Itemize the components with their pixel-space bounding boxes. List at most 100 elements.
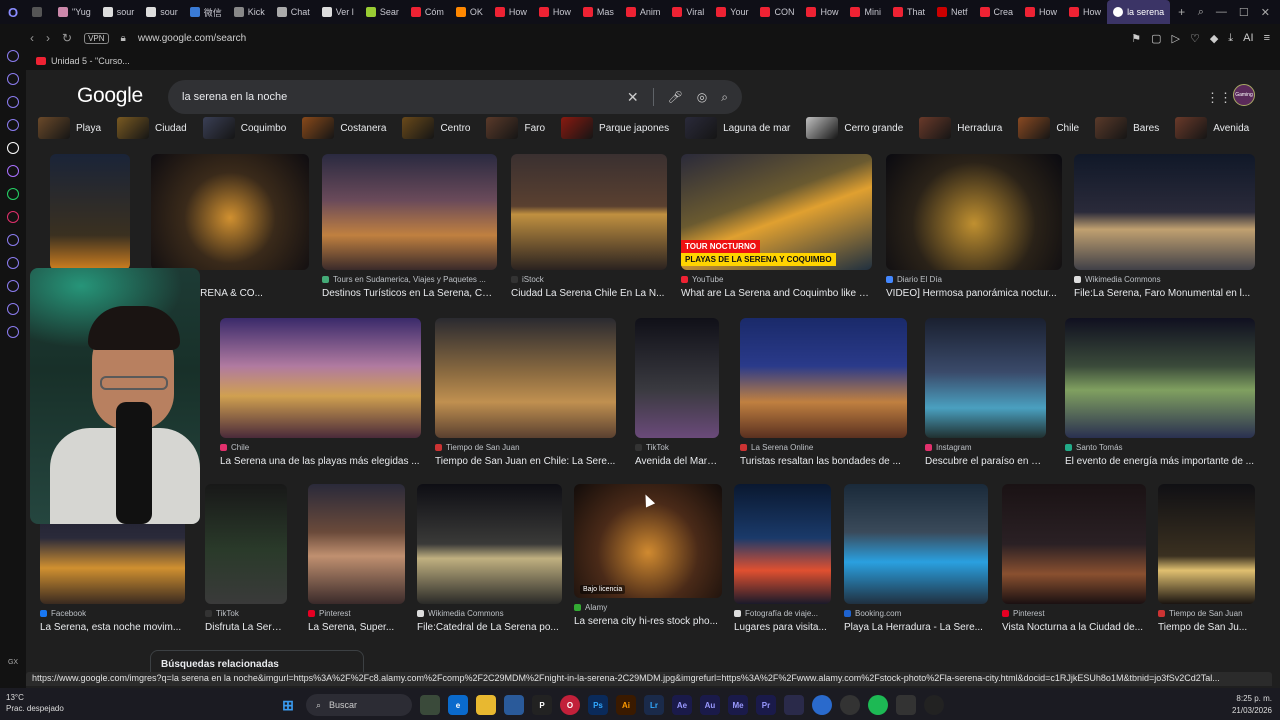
obs-icon[interactable]	[840, 695, 860, 715]
filter-chip[interactable]: Bares	[1095, 116, 1169, 140]
image-result[interactable]: Booking.com Playa La Herradura - La Sere.…	[844, 484, 988, 633]
app-icon[interactable]	[784, 695, 804, 715]
result-source[interactable]: TikTok	[205, 609, 287, 618]
search-tabs-icon[interactable]: ⌕	[1198, 6, 1204, 19]
result-title[interactable]: La Serena una de las playas más elegidas…	[220, 456, 421, 467]
instagram-icon[interactable]	[7, 211, 19, 223]
result-title[interactable]: Disfruta La Serena...	[205, 622, 287, 633]
tab-active[interactable]: la serena	[1107, 0, 1171, 24]
history-icon[interactable]	[7, 280, 19, 292]
result-source[interactable]: YouTube	[681, 275, 872, 284]
result-title[interactable]: Avenida del Mar: U...	[635, 456, 719, 467]
image-result[interactable]: Pinterest La Serena, Super...	[308, 484, 405, 633]
tab[interactable]: sour	[97, 0, 141, 24]
windows-start-icon[interactable]: ⊞	[278, 695, 298, 715]
image-result[interactable]	[50, 154, 130, 286]
tab[interactable]: sour	[140, 0, 184, 24]
result-source[interactable]: Alamy	[574, 603, 722, 612]
result-title[interactable]: Lugares para visita...	[734, 622, 831, 633]
filter-chip[interactable]: Faro	[486, 116, 555, 140]
new-tab-icon[interactable]: +	[1170, 5, 1185, 19]
messenger-icon[interactable]	[7, 96, 19, 108]
filter-chip[interactable]: Ciudad	[117, 116, 197, 140]
image-result[interactable]: TikTok Avenida del Mar: U...	[635, 318, 719, 467]
image-result[interactable]: Fotografía de viaje... Lugares para visit…	[734, 484, 831, 633]
reload-icon[interactable]: ↻	[62, 31, 72, 45]
premiere-icon[interactable]: Pr	[756, 695, 776, 715]
tab[interactable]: How	[1019, 0, 1063, 24]
download-icon[interactable]: ⤓	[1228, 32, 1233, 45]
result-thumbnail[interactable]	[220, 318, 421, 438]
image-result[interactable]: TOUR NOCTURNO PLAYAS DE LA SERENA Y COQUI…	[681, 154, 872, 299]
result-title[interactable]: File:Catedral de La Serena po...	[417, 622, 562, 633]
window-icon[interactable]	[896, 695, 916, 715]
result-title[interactable]: Playa La Herradura - La Sere...	[844, 622, 988, 633]
back-icon[interactable]: ‹	[30, 31, 34, 45]
media-encoder-icon[interactable]: Me	[728, 695, 748, 715]
result-source[interactable]: Wikimedia Commons	[1074, 275, 1255, 284]
tab[interactable]: Kick	[228, 0, 271, 24]
tab[interactable]: How	[533, 0, 577, 24]
url-field[interactable]: www.google.com/search	[138, 33, 246, 44]
tab[interactable]: Netf	[931, 0, 974, 24]
file-explorer-icon[interactable]	[476, 695, 496, 715]
image-result[interactable]: Pinterest Vista Nocturna a la Ciudad de..…	[1002, 484, 1146, 633]
settings-icon[interactable]	[7, 326, 19, 338]
filter-chip[interactable]: Chile	[1018, 116, 1089, 140]
avatar[interactable]: Gaming	[1233, 84, 1255, 106]
result-thumbnail[interactable]	[1074, 154, 1255, 270]
result-source[interactable]: TikTok	[635, 443, 719, 452]
tab[interactable]: Cóm	[405, 0, 450, 24]
clear-icon[interactable]: ✕	[627, 89, 639, 106]
result-thumbnail[interactable]	[1158, 484, 1255, 604]
result-source[interactable]: Chile	[220, 443, 421, 452]
player-icon[interactable]	[7, 234, 19, 246]
menu-icon[interactable]: ≡	[1264, 32, 1270, 45]
result-source[interactable]: Santo Tomás	[1065, 443, 1255, 452]
result-title[interactable]: Destinos Turísticos en La Serena, Chile	[322, 288, 497, 299]
heart-icon[interactable]: ♡	[1190, 32, 1200, 45]
result-title[interactable]: Tiempo de San Ju...	[1158, 622, 1255, 633]
result-source[interactable]: Tours en Sudamerica, Viajes y Paquetes .…	[322, 275, 497, 284]
result-thumbnail[interactable]	[308, 484, 405, 604]
filter-chip[interactable]: Herradura	[919, 116, 1012, 140]
result-thumbnail[interactable]	[886, 154, 1062, 270]
tab[interactable]: Viral	[666, 0, 710, 24]
favorites-icon[interactable]	[7, 257, 19, 269]
result-title[interactable]: La serena city hi-res stock pho...	[574, 616, 722, 627]
image-result[interactable]: Tiempo de San Juan Tiempo de San Ju...	[1158, 484, 1255, 633]
whatsapp-icon[interactable]	[7, 188, 19, 200]
image-result[interactable]: Wikimedia Commons File:La Serena, Faro Mo…	[1074, 154, 1255, 299]
result-source[interactable]: Tiempo de San Juan	[1158, 609, 1255, 618]
result-title[interactable]: VIDEO] Hermosa panorámica noctur...	[886, 288, 1062, 299]
tab[interactable]: CON	[754, 0, 800, 24]
result-thumbnail[interactable]	[635, 318, 719, 438]
image-result[interactable]: iStock Ciudad La Serena Chile En La N...	[511, 154, 667, 299]
result-source[interactable]: Wikimedia Commons	[417, 609, 562, 618]
copilot-icon[interactable]: P	[532, 695, 552, 715]
tab[interactable]: Chat	[271, 0, 316, 24]
result-source[interactable]: Diario El Día	[886, 275, 1062, 284]
filter-chip[interactable]: Costanera	[302, 116, 396, 140]
search-icon[interactable]: ⌕	[721, 90, 728, 105]
taskbar-clock[interactable]: 8:25 p. m. 21/03/2026	[1232, 693, 1272, 717]
play-icon[interactable]: ▷	[1171, 32, 1179, 45]
result-source[interactable]: Fotografía de viaje...	[734, 609, 831, 618]
result-title[interactable]: What are La Serena and Coquimbo like a..…	[681, 288, 872, 299]
ai-icon[interactable]: AI	[1243, 32, 1253, 45]
vpn-badge[interactable]: VPN	[84, 32, 109, 44]
result-thumbnail[interactable]	[1002, 484, 1146, 604]
twitch-icon[interactable]	[7, 165, 19, 177]
bookmark-item[interactable]: Unidad 5 - "Curso...	[51, 56, 130, 66]
tab[interactable]: Mini	[844, 0, 887, 24]
result-title[interactable]: File:La Serena, Faro Monumental en l...	[1074, 288, 1255, 299]
tab[interactable]: OK	[450, 0, 489, 24]
tab[interactable]: Sear	[360, 0, 405, 24]
result-thumbnail[interactable]	[511, 154, 667, 270]
filter-chip[interactable]: Playa	[38, 116, 111, 140]
tab[interactable]: That	[887, 0, 931, 24]
filter-chip[interactable]: Parque japones	[561, 116, 679, 140]
illustrator-icon[interactable]: Ai	[616, 695, 636, 715]
tab[interactable]: How	[489, 0, 533, 24]
chatgpt-icon[interactable]	[7, 142, 19, 154]
